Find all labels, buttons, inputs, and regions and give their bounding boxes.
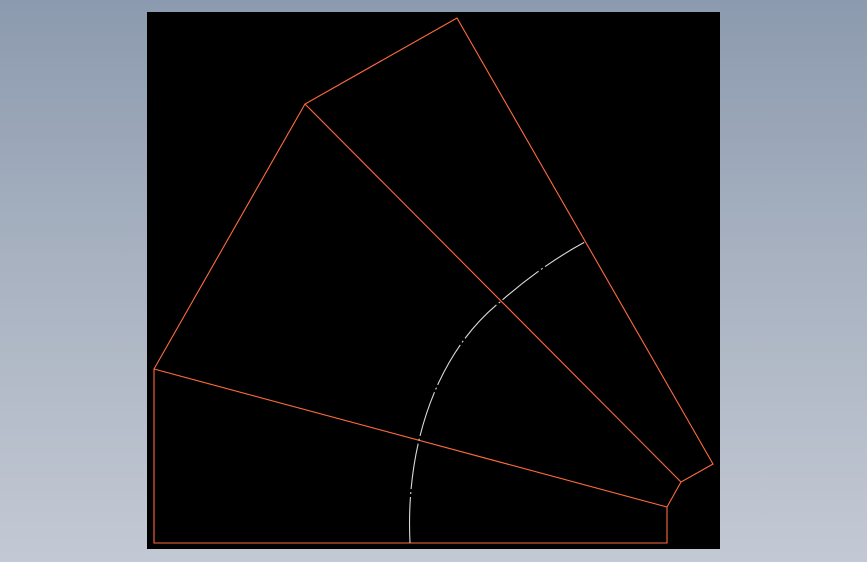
- elbow-drawing: [153, 17, 714, 544]
- bend-centerline: [408, 241, 586, 544]
- segment-seam-lower: [153, 368, 668, 508]
- elbow-outline: [153, 17, 714, 544]
